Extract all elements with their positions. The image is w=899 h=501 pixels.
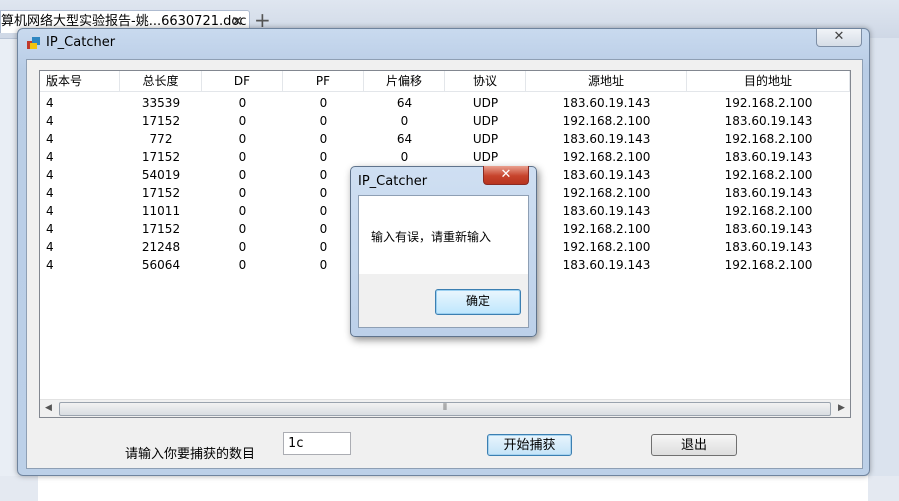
table-row[interactable]: 4 17152 0 0 0 UDP 192.168.2.100 183.60.19.143 — [40, 148, 850, 166]
window-close-icon[interactable]: ✕ — [816, 29, 862, 47]
table-cell: 0 — [238, 114, 247, 128]
horizontal-scrollbar[interactable]: ◀ ⦀ ▶ — [40, 399, 850, 417]
table-cell: 192.168.2.100 — [562, 240, 651, 254]
table-cell: 4 — [46, 150, 54, 164]
table-cell: 192.168.2.100 — [562, 222, 651, 236]
table-cell: 17152 — [141, 222, 181, 236]
capture-count-input[interactable]: 1c — [283, 432, 351, 455]
table-cell: 183.60.19.143 — [562, 96, 651, 110]
capture-count-label: 请输入你要捕获的数目 — [125, 447, 256, 462]
column-header[interactable]: DF — [202, 71, 283, 92]
background-area — [868, 38, 899, 501]
app-icon — [27, 37, 40, 49]
table-cell: 183.60.19.143 — [724, 150, 813, 164]
error-dialog: IP_Catcher ✕ 输入有误，请重新输入 确定 — [350, 166, 537, 337]
table-cell: UDP — [472, 114, 499, 128]
table-cell: 4 — [46, 186, 54, 200]
table-cell: 54019 — [141, 168, 181, 182]
table-cell: 183.60.19.143 — [562, 204, 651, 218]
dialog-ok-button[interactable]: 确定 — [435, 289, 521, 315]
table-cell: 4 — [46, 222, 54, 236]
table-cell: 0 — [238, 132, 247, 146]
column-header[interactable]: 目的地址 — [687, 71, 850, 92]
table-cell: UDP — [472, 96, 499, 110]
table-cell: 0 — [238, 258, 247, 272]
dialog-message-area: 输入有误，请重新输入 — [359, 196, 528, 274]
table-cell: UDP — [472, 150, 499, 164]
table-row[interactable]: 4 33539 0 0 64 UDP 183.60.19.143 192.168.2.100 — [40, 94, 850, 112]
table-cell: 0 — [319, 150, 328, 164]
table-cell: 183.60.19.143 — [724, 114, 813, 128]
table-cell: 4 — [46, 168, 54, 182]
table-cell: 4 — [46, 204, 54, 218]
column-header[interactable]: 协议 — [445, 71, 526, 92]
table-cell: 0 — [238, 168, 247, 182]
table-cell: 192.168.2.100 — [724, 132, 813, 146]
table-cell: 183.60.19.143 — [562, 258, 651, 272]
scroll-thumb[interactable]: ⦀ — [59, 402, 831, 416]
table-cell: 17152 — [141, 114, 181, 128]
column-header[interactable]: 片偏移 — [364, 71, 445, 92]
table-cell: 0 — [238, 186, 247, 200]
scroll-left-icon[interactable]: ◀ — [40, 400, 57, 417]
table-cell: 0 — [238, 222, 247, 236]
table-cell: 192.168.2.100 — [562, 114, 651, 128]
table-cell: 4 — [46, 258, 54, 272]
table-cell: 0 — [238, 96, 247, 110]
window-title: IP_Catcher — [46, 35, 116, 50]
table-cell: 0 — [400, 114, 409, 128]
table-cell: 0 — [238, 150, 247, 164]
column-header[interactable]: 版本号 — [40, 71, 120, 92]
dialog-message: 输入有误，请重新输入 — [371, 230, 492, 244]
table-cell: 0 — [400, 150, 409, 164]
table-cell: 183.60.19.143 — [724, 222, 813, 236]
scroll-right-icon[interactable]: ▶ — [833, 400, 850, 417]
table-cell: 0 — [319, 132, 328, 146]
table-cell: 4 — [46, 114, 54, 128]
table-cell: 192.168.2.100 — [724, 204, 813, 218]
table-cell: UDP — [472, 132, 499, 146]
table-cell: 183.60.19.143 — [724, 186, 813, 200]
table-cell: 56064 — [141, 258, 181, 272]
table-cell: 0 — [319, 96, 328, 110]
table-cell: 192.168.2.100 — [562, 150, 651, 164]
table-cell: 17152 — [141, 150, 181, 164]
column-header[interactable]: 总长度 — [120, 71, 202, 92]
table-cell: 183.60.19.143 — [562, 168, 651, 182]
table-row[interactable]: 4 17152 0 0 0 UDP 192.168.2.100 183.60.19.143 — [40, 112, 850, 130]
table-cell: 183.60.19.143 — [724, 240, 813, 254]
document-page — [38, 476, 868, 501]
table-cell: 183.60.19.143 — [562, 132, 651, 146]
table-cell: 21248 — [141, 240, 181, 254]
table-cell: 17152 — [141, 186, 181, 200]
table-cell: 772 — [149, 132, 173, 146]
column-header[interactable]: PF — [283, 71, 364, 92]
column-header[interactable]: 源地址 — [526, 71, 687, 92]
table-cell: 33539 — [141, 96, 181, 110]
table-cell: 192.168.2.100 — [724, 258, 813, 272]
start-capture-button[interactable]: 开始捕获 — [487, 434, 572, 456]
dialog-close-icon[interactable]: ✕ — [483, 166, 529, 185]
table-cell: 4 — [46, 132, 54, 146]
table-cell: 64 — [396, 96, 413, 110]
table-cell: 4 — [46, 240, 54, 254]
table-cell: 4 — [46, 96, 54, 110]
table-cell: 192.168.2.100 — [724, 96, 813, 110]
table-cell: 192.168.2.100 — [562, 186, 651, 200]
dialog-title: IP_Catcher — [358, 174, 428, 189]
exit-button[interactable]: 退出 — [651, 434, 737, 456]
table-cell: 11011 — [141, 204, 181, 218]
table-cell: 64 — [396, 132, 413, 146]
table-cell: 0 — [238, 240, 247, 254]
packet-list-header: 版本号 总长度 DF PF 片偏移 协议 源地址 目的地址 — [40, 71, 850, 93]
table-cell: 0 — [238, 204, 247, 218]
dialog-client-area: 输入有误，请重新输入 确定 — [358, 195, 529, 328]
table-cell: 0 — [319, 114, 328, 128]
table-cell: 192.168.2.100 — [724, 168, 813, 182]
table-row[interactable]: 4 772 0 0 64 UDP 183.60.19.143 192.168.2.100 — [40, 130, 850, 148]
